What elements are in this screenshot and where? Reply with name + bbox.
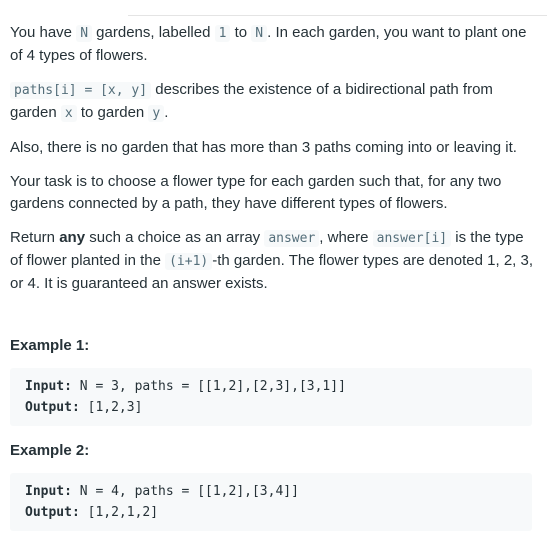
text: to	[230, 24, 252, 41]
text: You have	[10, 24, 77, 41]
bold-text: any	[59, 229, 86, 246]
inline-code: 1	[214, 25, 231, 42]
inline-code: answer[i]	[372, 230, 452, 247]
paragraph-return: Return any such a choice as an array ans…	[10, 227, 540, 295]
input-label: Input:	[25, 484, 72, 499]
inline-code: (i+1)	[165, 253, 213, 270]
text: gardens, labelled	[92, 24, 215, 41]
output-label: Output:	[25, 505, 80, 520]
inline-code: answer	[264, 230, 320, 247]
paragraph-paths: paths[i] = [x, y] describes the existenc…	[10, 79, 540, 125]
inline-code: x	[60, 105, 77, 122]
text: such a choice as an array	[85, 229, 265, 246]
top-divider	[128, 0, 547, 16]
example-1-block: Input: N = 3, paths = [[1,2],[2,3],[3,1]…	[10, 368, 532, 426]
text: .	[164, 104, 169, 121]
example-1-title: Example 1:	[10, 337, 90, 354]
paragraph-constraint: Also, there is no garden that has more t…	[10, 139, 517, 156]
inline-code: N	[76, 25, 93, 42]
example-2-title: Example 2:	[10, 442, 90, 459]
output-value: [1,2,1,2]	[79, 505, 159, 520]
inline-code: y	[148, 105, 165, 122]
output-value: [1,2,3]	[79, 400, 143, 415]
example-2-block: Input: N = 4, paths = [[1,2],[3,4]] Outp…	[10, 473, 532, 531]
text: Return	[10, 229, 60, 246]
problem-description: You have N gardens, labelled 1 to N. In …	[10, 22, 540, 531]
inline-code: N	[251, 25, 268, 42]
input-value: N = 4, paths = [[1,2],[3,4]]	[71, 484, 299, 499]
input-label: Input:	[25, 379, 72, 394]
paragraph-gardens: You have N gardens, labelled 1 to N. In …	[10, 22, 540, 67]
paragraph-task: Your task is to choose a flower type for…	[10, 173, 502, 212]
text: to garden	[76, 104, 149, 121]
inline-code: paths[i] = [x, y]	[10, 82, 152, 99]
text: , where	[319, 229, 373, 246]
input-value: N = 3, paths = [[1,2],[2,3],[3,1]]	[71, 379, 346, 394]
output-label: Output:	[25, 400, 80, 415]
